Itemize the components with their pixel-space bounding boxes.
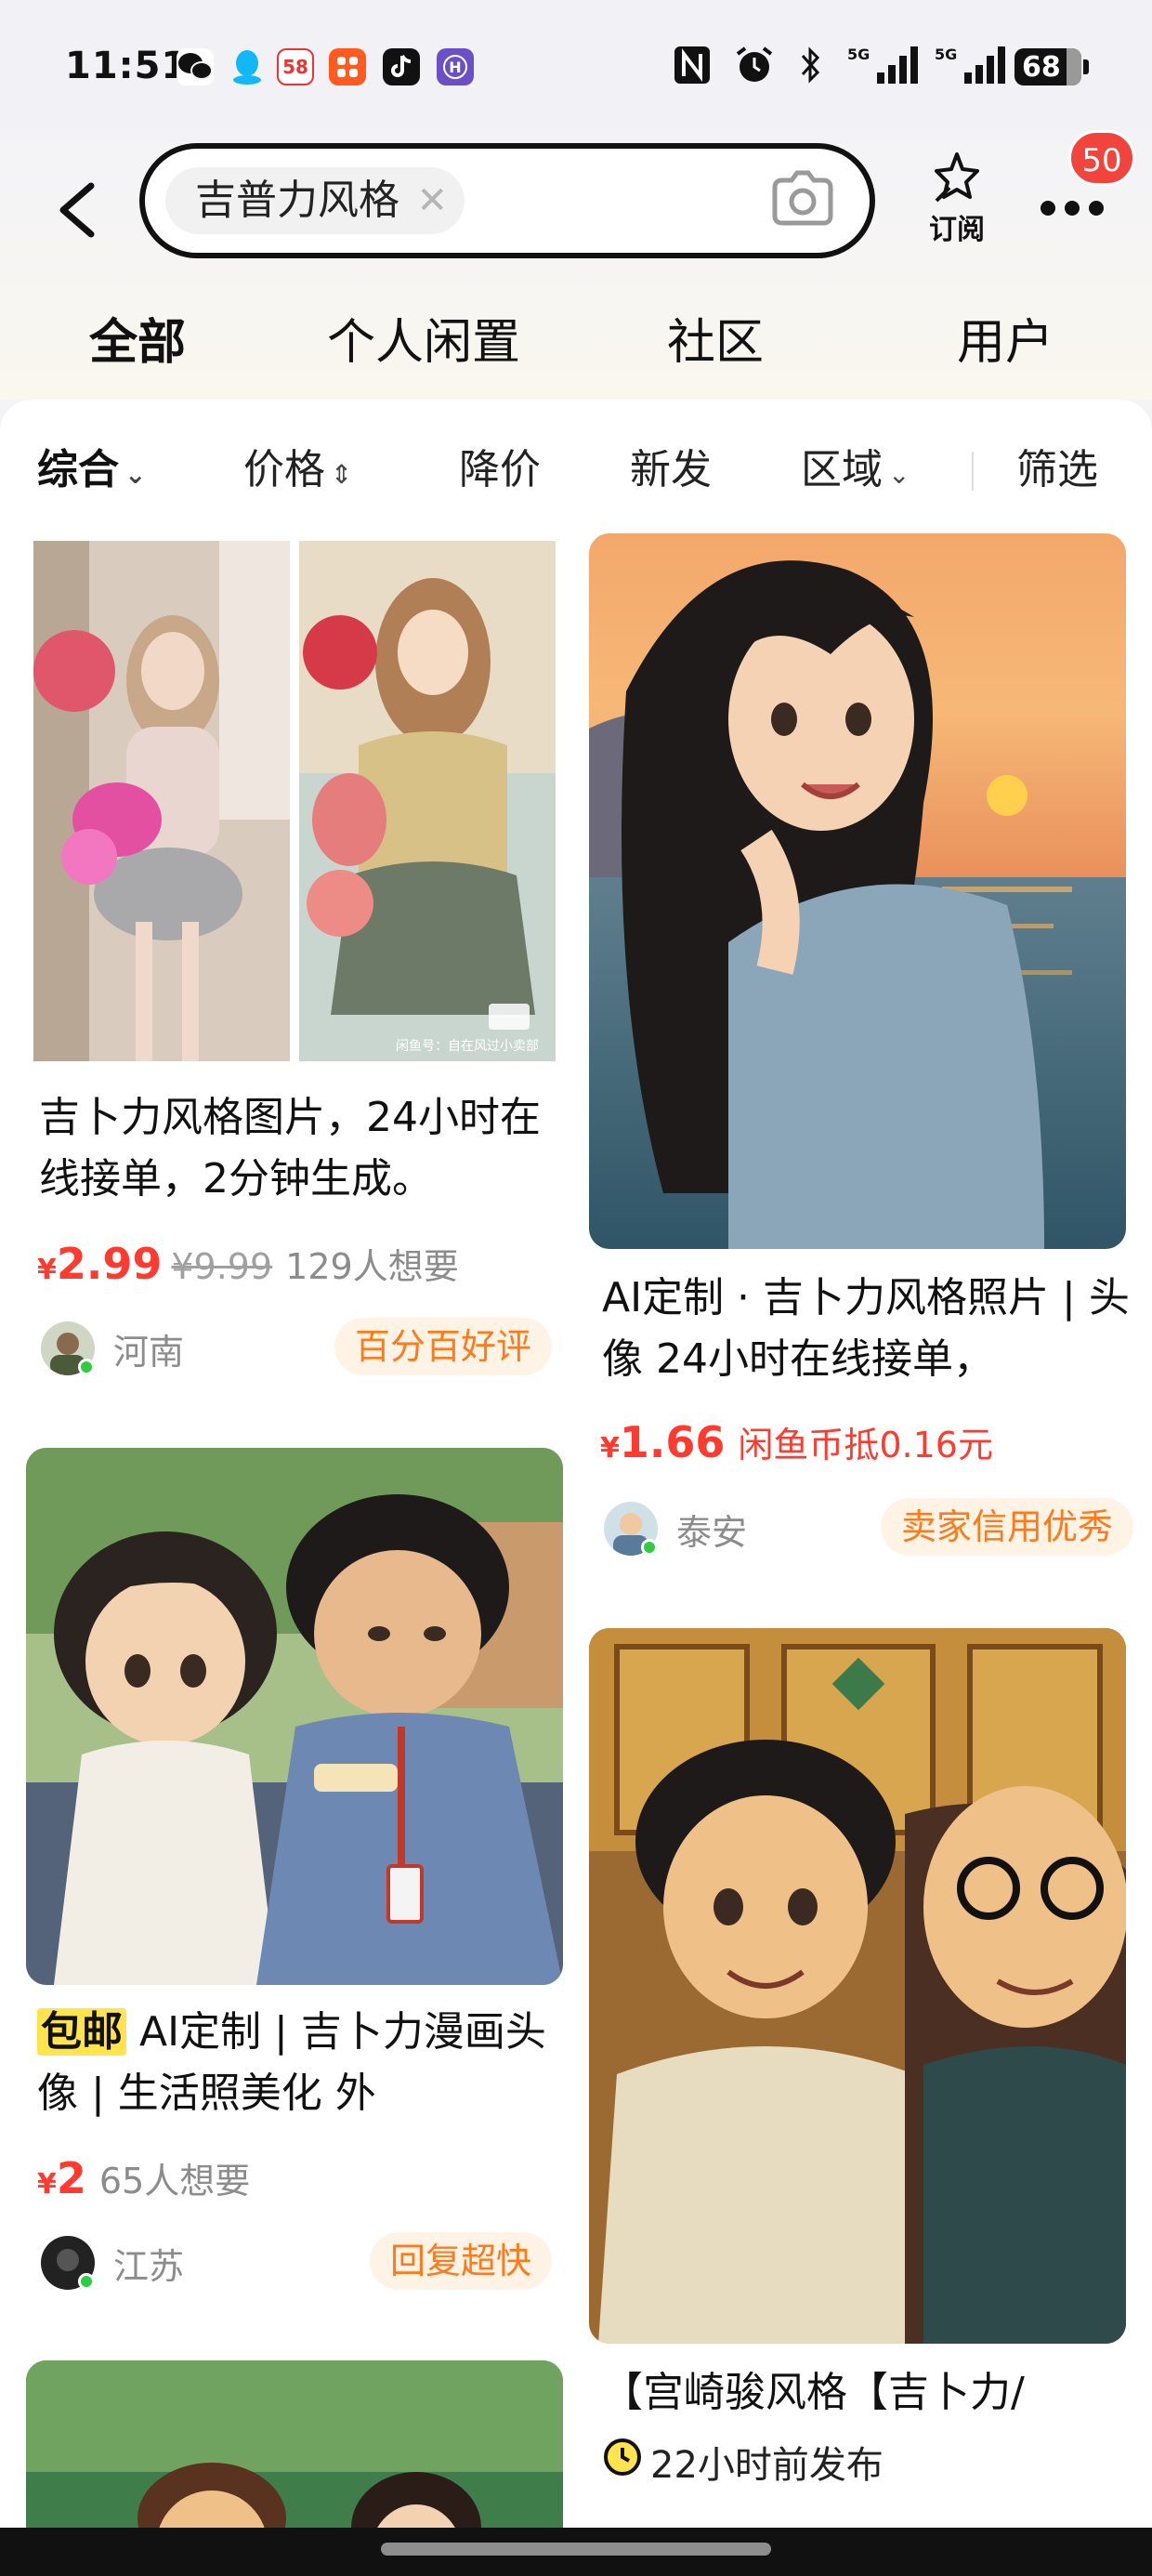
online-status-dot	[641, 1539, 658, 1556]
navigation-bar	[0, 2528, 1152, 2576]
search-query-chip[interactable]: 吉普力风格 ✕	[165, 167, 465, 234]
home-indicator[interactable]	[381, 2543, 771, 2556]
product-card[interactable]: AI定制 · 吉卜力风格照片 | 头像 24小时在线接单， ¥1.66 闲鱼币抵0…	[576, 400, 1152, 1608]
tab-users[interactable]: 用户	[957, 303, 1054, 373]
product-image[interactable]	[589, 533, 1126, 1249]
notification-badge: 50	[1068, 130, 1135, 186]
seller-region: 泰安	[676, 1512, 748, 1553]
h-app-icon: H	[437, 48, 474, 85]
search-query-text: 吉普力风格	[195, 177, 399, 224]
results-panel: 综合 ⌄ 价格 ⇕ 降价 新发 区域 ⌄ 筛选 闲鱼号：自在风过小卖部 吉卜力风…	[0, 400, 1152, 2576]
taobao-icon	[329, 48, 366, 85]
free-shipping-badge: 包邮	[37, 2008, 126, 2056]
search-input[interactable]: 吉普力风格 ✕	[139, 143, 875, 258]
subscribe-label: 订阅	[929, 214, 985, 246]
tab-label: 个人闲置	[327, 315, 521, 371]
battery-level: 68	[1022, 50, 1061, 84]
price-row: ¥2.99 ¥9.99 129人想要	[37, 1238, 459, 1289]
coin-discount: 闲鱼币抵0.16元	[738, 1425, 993, 1465]
original-price: ¥9.99	[171, 1246, 273, 1287]
publish-time-row: 22小时前发布	[602, 2435, 884, 2489]
seller-region: 江苏	[113, 2246, 185, 2287]
seller-tag: 卖家信用优秀	[880, 1498, 1133, 1556]
publish-time: 22小时前发布	[650, 2444, 884, 2487]
product-image[interactable]	[26, 1448, 563, 1985]
product-title[interactable]: 吉卜力风格图片，24小时在线接单，2分钟生成。	[39, 1087, 556, 1210]
status-bar: 11:51 58 H 5G 5G 68	[0, 0, 1152, 139]
tab-label: 用户	[957, 315, 1054, 371]
seller-row[interactable]: 河南 百分百好评	[41, 1316, 552, 1381]
price: ¥1.66	[600, 1417, 726, 1467]
price: ¥2	[37, 2153, 86, 2203]
want-count: 65人想要	[98, 2161, 251, 2201]
svg-text:5G: 5G	[935, 46, 957, 63]
status-time: 11:51	[65, 45, 189, 87]
camera-icon[interactable]	[769, 169, 836, 230]
product-title[interactable]: 包邮 AI定制 | 吉卜力漫画头像 | 生活照美化 外	[37, 2002, 563, 2124]
clock-icon	[602, 2437, 643, 2487]
dot	[1089, 201, 1104, 216]
seller-tag: 百分百好评	[334, 1318, 552, 1375]
pin-star-icon	[935, 152, 979, 203]
qq-icon	[229, 48, 266, 85]
product-title[interactable]: 【宫崎骏风格【吉卜力/	[602, 2362, 1132, 2424]
close-icon[interactable]: ✕	[416, 167, 448, 234]
product-card[interactable]: 包邮 AI定制 | 吉卜力漫画头像 | 生活照美化 外 ¥2 65人想要 江苏 回…	[0, 1422, 576, 2360]
price-row: ¥1.66 闲鱼币抵0.16元	[600, 1416, 993, 1467]
subscribe-button[interactable]: 订阅	[920, 149, 994, 247]
bluetooth-icon	[799, 45, 823, 94]
tiktok-icon	[383, 48, 420, 85]
tab-all[interactable]: 全部	[85, 303, 190, 373]
wechat-icon	[177, 48, 214, 85]
category-tabs: 全部 个人闲置 社区 用户	[0, 303, 1152, 377]
seller-region: 河南	[113, 1332, 185, 1373]
chevron-left-icon	[59, 182, 95, 238]
dot	[1065, 201, 1080, 216]
product-image[interactable]: 闲鱼号：自在风过小卖部	[33, 541, 556, 1061]
online-status-dot	[78, 1359, 95, 1375]
price-row: ¥2 65人想要	[37, 2152, 250, 2203]
svg-text:5G: 5G	[847, 46, 870, 63]
product-title[interactable]: AI定制 · 吉卜力风格照片 | 头像 24小时在线接单，	[602, 1268, 1132, 1390]
tab-label: 社区	[667, 315, 765, 371]
signal-5g-icon-1: 5G	[847, 45, 922, 94]
seller-row[interactable]: 江苏 回复超快	[41, 2230, 552, 2295]
product-card[interactable]: 闲鱼号：自在风过小卖部 吉卜力风格图片，24小时在线接单，2分钟生成。 ¥2.9…	[0, 400, 576, 1422]
signal-5g-icon-2: 5G	[935, 45, 1009, 94]
more-options-button[interactable]	[1039, 186, 1107, 223]
seller-tag: 回复超快	[369, 2232, 552, 2290]
tab-personal-idle[interactable]: 个人闲置	[327, 303, 520, 373]
want-count: 129人想要	[285, 1246, 459, 1287]
price: ¥2.99	[37, 1239, 163, 1289]
svg-text:H: H	[449, 59, 461, 76]
online-status-dot	[78, 2273, 95, 2290]
alarm-icon	[734, 45, 775, 94]
battery-indicator: 68	[1015, 48, 1089, 85]
seller-row[interactable]: 泰安 卖家信用优秀	[604, 1496, 1133, 1561]
dot	[1041, 201, 1055, 216]
tab-community[interactable]: 社区	[667, 303, 764, 373]
nfc-icon	[673, 45, 712, 94]
back-button[interactable]	[46, 167, 111, 251]
product-image[interactable]	[589, 1628, 1126, 2344]
product-card[interactable]: 【宫崎骏风格【吉卜力/ 22小时前发布	[576, 1608, 1152, 2576]
tab-label: 全部	[89, 315, 187, 371]
svg-text:闲鱼号：自在风过小卖部: 闲鱼号：自在风过小卖部	[396, 1038, 539, 1054]
58-icon: 58	[277, 48, 314, 85]
